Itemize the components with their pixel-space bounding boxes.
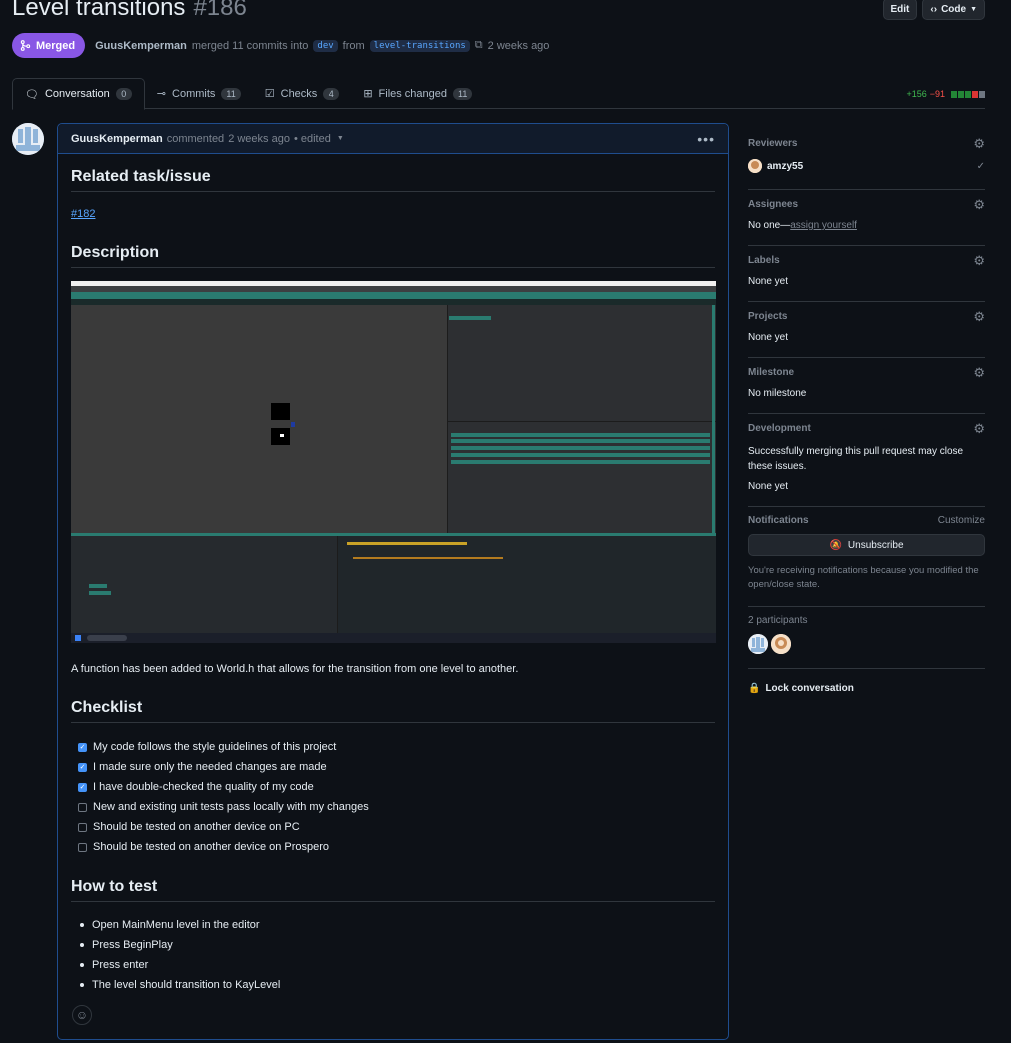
merged-status-badge: Merged [12, 33, 86, 58]
checklist-heading: Checklist [71, 699, 715, 723]
gear-icon[interactable]: ⚙ [973, 198, 985, 211]
sidebar-participants: 2 participants [748, 607, 985, 669]
checklist-item: Should be tested on another device on Pr… [78, 837, 369, 857]
merge-text: merged 11 commits into [191, 39, 309, 52]
participant-avatar[interactable] [771, 634, 791, 654]
sidebar-projects: Projects ⚙ None yet [748, 302, 985, 358]
pr-number: #186 [193, 0, 247, 21]
checklist-item: New and existing unit tests pass locally… [78, 797, 369, 817]
diffstat: +156 −91 [906, 89, 985, 99]
comment-action: commented [166, 132, 225, 145]
checkbox-checked-icon[interactable]: ✓ [78, 762, 87, 772]
unsubscribe-button[interactable]: 🔕 Unsubscribe [748, 534, 985, 556]
comment-discussion-icon: 🗨 [25, 88, 39, 101]
checkbox-checked-icon[interactable]: ✓ [78, 782, 87, 792]
reviewer-avatar[interactable] [748, 159, 762, 173]
gear-icon[interactable]: ⚙ [973, 366, 985, 379]
additions-count: +156 [906, 89, 927, 99]
code-button[interactable]: ‹› Code ▼ [922, 0, 985, 20]
howto-list: Open MainMenu level in the editor Press … [76, 915, 280, 995]
sidebar-milestone: Milestone ⚙ No milestone [748, 358, 985, 414]
checklist-icon: ☑ [264, 88, 275, 100]
copy-icon[interactable]: ⧉ [475, 39, 483, 52]
sidebar-labels: Labels ⚙ None yet [748, 246, 985, 302]
pr-tabs: 🗨 Conversation 0 ⊸ Commits 11 ☑ Checks 4… [12, 78, 985, 110]
description-heading: Description [71, 244, 715, 268]
gear-icon[interactable]: ⚙ [973, 254, 985, 267]
sidebar-assignees: Assignees ⚙ No one—assign yourself [748, 190, 985, 246]
checklist-item: ✓ I have double-checked the quality of my… [78, 781, 314, 793]
base-branch[interactable]: dev [313, 39, 338, 52]
bell-slash-icon: 🔕 [829, 539, 842, 551]
pr-title-row: Level transitions #186 [12, 0, 247, 22]
assign-yourself-link[interactable]: assign yourself [790, 220, 857, 231]
pr-author-link[interactable]: GuusKemperman [95, 40, 187, 52]
customize-link[interactable]: Customize [938, 515, 985, 526]
list-item: Press enter [76, 955, 280, 975]
pr-title: Level transitions [12, 0, 186, 21]
participant-avatar[interactable] [748, 634, 768, 654]
checkbox-unchecked-icon[interactable] [78, 842, 87, 852]
comment-edited[interactable]: • edited [294, 133, 331, 145]
comment-body: Related task/issue #182 Description A fu… [58, 154, 728, 1039]
from-text: from [342, 39, 365, 52]
smiley-icon: ☺ [75, 1008, 89, 1022]
tab-checks[interactable]: ☑ Checks 4 [253, 78, 352, 109]
lock-icon: 🔒 [748, 683, 761, 694]
checkbox-unchecked-icon[interactable] [78, 822, 87, 832]
pr-meta: Merged GuusKemperman merged 11 commits i… [12, 33, 549, 58]
list-item: Open MainMenu level in the editor [76, 915, 280, 935]
deletions-count: −91 [929, 89, 945, 99]
howto-heading: How to test [71, 878, 715, 902]
sidebar-development: Development ⚙ Successfully merging this p… [748, 414, 985, 507]
gear-icon[interactable]: ⚙ [973, 422, 985, 435]
checklist-item: Should be tested on another device on PC [78, 817, 369, 837]
head-branch[interactable]: level-transitions [369, 39, 470, 52]
comment-time[interactable]: 2 weeks ago [228, 133, 290, 145]
reviewer-name[interactable]: amzy55 [767, 161, 803, 172]
tab-commits[interactable]: ⊸ Commits 11 [145, 78, 253, 109]
check-icon: ✓ [976, 160, 985, 172]
pr-description-comment: GuusKemperman commented 2 weeks ago • ed… [57, 123, 729, 1040]
diffstat-bar [951, 90, 985, 98]
list-item: The level should transition to KayLevel [76, 975, 280, 995]
editor-screenshot-image[interactable] [71, 281, 716, 643]
tab-conversation[interactable]: 🗨 Conversation 0 [12, 78, 145, 110]
tab-files-changed[interactable]: ⊞ Files changed 11 [351, 78, 484, 109]
triangle-down-icon: ▼ [970, 5, 977, 13]
checklist: ✓ My code follows the style guidelines of… [78, 737, 369, 857]
edit-button[interactable]: Edit [882, 0, 918, 20]
file-diff-icon: ⊞ [363, 88, 373, 100]
list-item: Press BeginPlay [76, 935, 280, 955]
sidebar-notifications: Notifications Customize 🔕 Unsubscribe You… [748, 507, 985, 607]
sidebar-reviewers: Reviewers ⚙ amzy55 ✓ [748, 128, 985, 190]
triangle-down-icon[interactable]: ▼ [337, 135, 344, 142]
gear-icon[interactable]: ⚙ [973, 137, 985, 150]
add-reaction-button[interactable]: ☺ [72, 1005, 92, 1025]
code-icon: ‹› [930, 3, 938, 15]
sidebar: Reviewers ⚙ amzy55 ✓ Assignees ⚙ No one—as… [748, 128, 985, 694]
description-text: A function has been added to World.h tha… [71, 663, 519, 675]
lock-conversation-button[interactable]: 🔒 Lock conversation [748, 669, 985, 694]
header-actions: Edit ‹› Code ▼ [882, 0, 985, 20]
kebab-horizontal-icon[interactable]: ••• [697, 131, 715, 147]
comment-author[interactable]: GuusKemperman [71, 133, 163, 145]
merge-time: 2 weeks ago [487, 39, 550, 52]
comment-header: GuusKemperman commented 2 weeks ago • ed… [58, 124, 728, 154]
checklist-item: ✓ I made sure only the needed changes are… [78, 761, 327, 773]
checkbox-unchecked-icon[interactable] [78, 802, 87, 812]
checklist-item: ✓ My code follows the style guidelines of… [78, 741, 337, 753]
checkbox-checked-icon[interactable]: ✓ [78, 742, 87, 752]
issue-link[interactable]: #182 [71, 208, 95, 220]
gear-icon[interactable]: ⚙ [973, 310, 985, 323]
git-merge-icon [20, 40, 31, 51]
commenter-avatar[interactable] [12, 123, 44, 155]
git-commit-icon: ⊸ [156, 88, 167, 100]
related-heading: Related task/issue [71, 168, 715, 192]
